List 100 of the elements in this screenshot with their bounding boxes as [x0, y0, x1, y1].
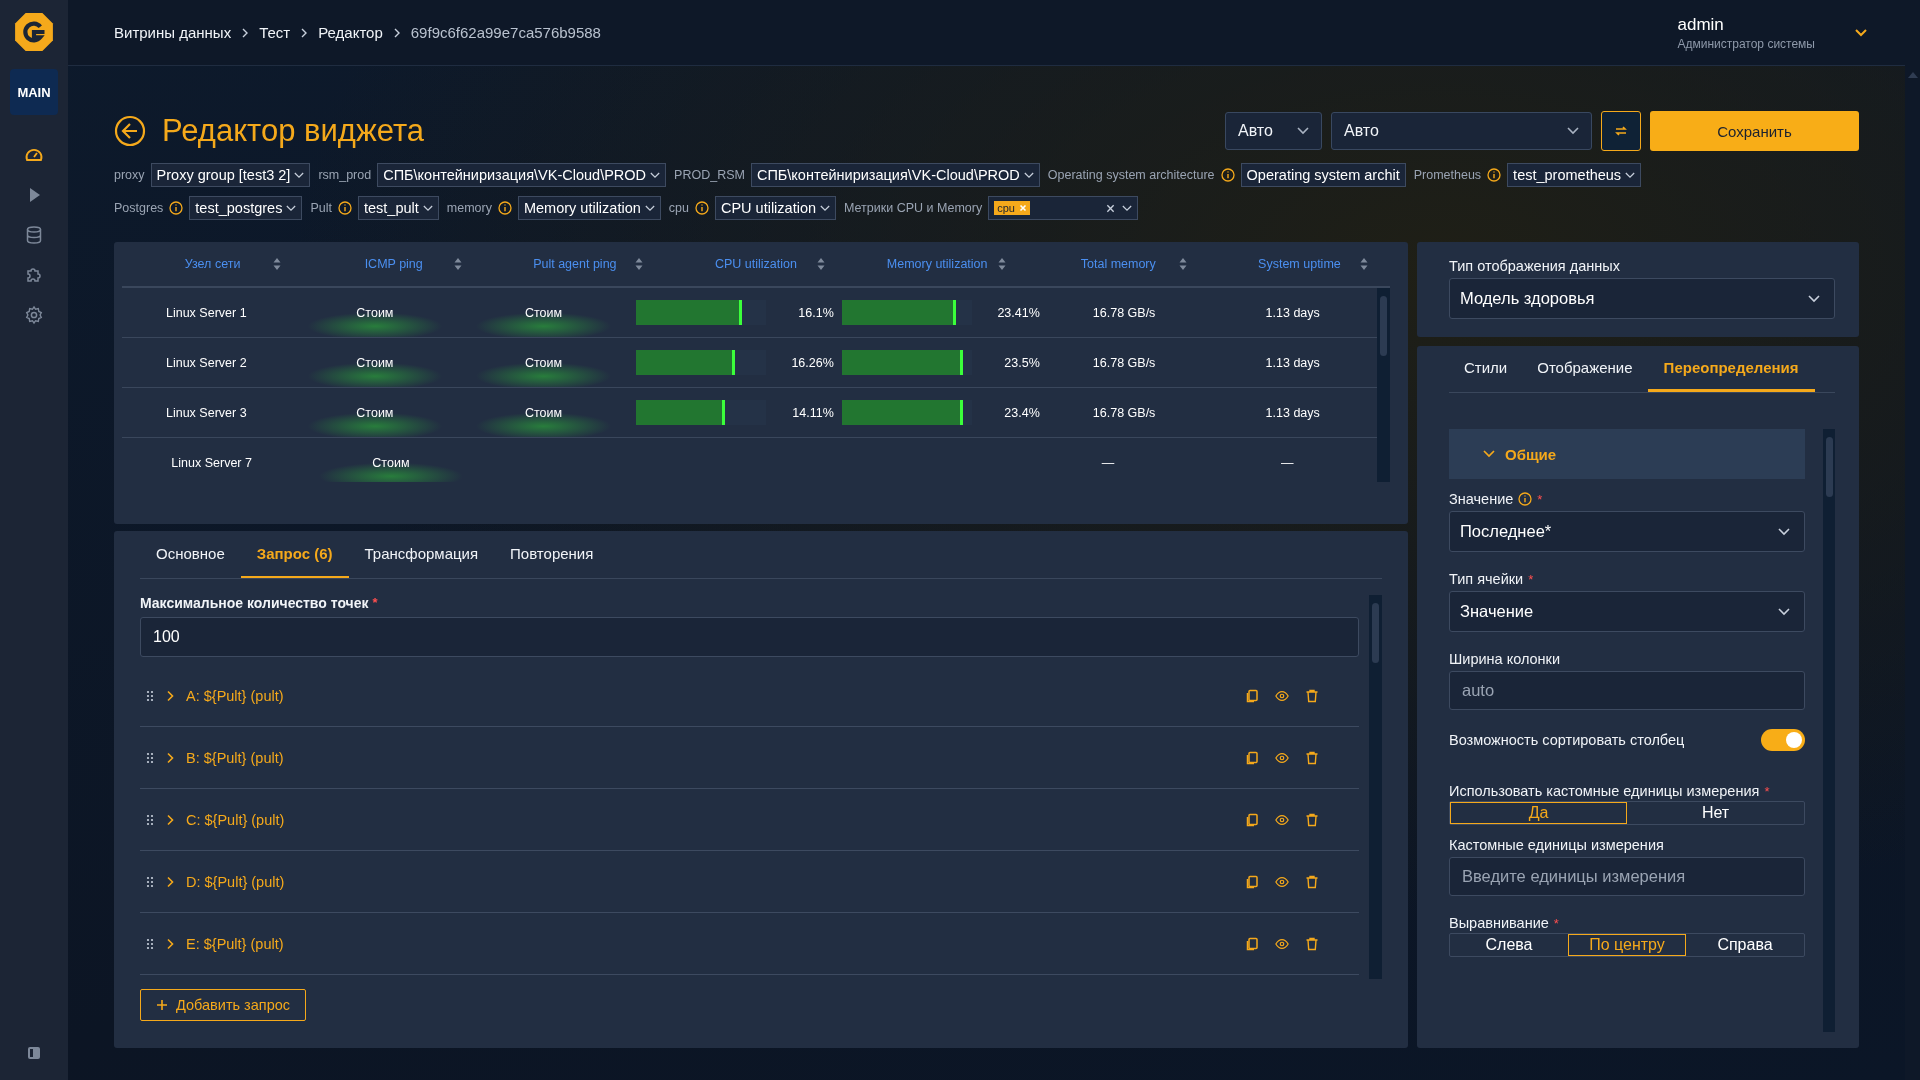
chevron-down-icon[interactable]	[650, 171, 661, 179]
query-title[interactable]: B: ${Pult} (pult)	[186, 749, 284, 766]
display-type-select[interactable]: Модель здоровья	[1449, 278, 1835, 319]
query-title[interactable]: C: ${Pult} (pult)	[186, 811, 285, 828]
trash-icon[interactable]	[1305, 750, 1319, 765]
column-header[interactable]: Total memory	[1080, 257, 1156, 271]
chevron-down-icon[interactable]	[294, 171, 305, 179]
column-header[interactable]: System uptime	[1258, 257, 1341, 271]
variable-select[interactable]: test_pult	[357, 196, 439, 220]
chevron-down-icon[interactable]	[644, 204, 655, 212]
column-header[interactable]: Memory utilization	[886, 257, 988, 271]
scrollbar[interactable]	[1369, 595, 1382, 979]
scrollbar[interactable]	[1377, 288, 1390, 482]
breadcrumb[interactable]: Тест	[259, 24, 291, 41]
scrollbar[interactable]	[1823, 429, 1835, 1032]
puzzle-icon[interactable]	[24, 265, 44, 285]
sort-icon[interactable]	[454, 257, 463, 271]
sort-icon[interactable]	[635, 257, 644, 271]
drag-handle-icon[interactable]	[146, 813, 154, 826]
tab[interactable]: Трансформация	[348, 531, 495, 578]
trash-icon[interactable]	[1305, 812, 1319, 827]
eye-icon[interactable]	[1275, 874, 1289, 889]
section-header[interactable]: Общие	[1449, 429, 1805, 479]
eye-icon[interactable]	[1275, 812, 1289, 827]
copy-icon[interactable]	[1245, 750, 1259, 765]
drag-handle-icon[interactable]	[146, 689, 154, 702]
column-header[interactable]: CPU utilization	[715, 257, 797, 271]
chevron-right-icon[interactable]	[166, 937, 174, 950]
variable-select[interactable]: CPU utilization	[714, 196, 837, 220]
segment-option[interactable]: По центру	[1568, 934, 1686, 956]
column-header[interactable]: Узел сети	[184, 257, 241, 271]
segment-option[interactable]: Да	[1450, 802, 1627, 824]
clear-icon[interactable]	[1106, 203, 1116, 213]
sort-icon[interactable]	[1178, 257, 1187, 271]
settings-icon[interactable]	[24, 305, 44, 325]
variable-select[interactable]: test_postgres	[189, 196, 303, 220]
chevron-down-icon[interactable]	[1778, 527, 1790, 536]
segment-option[interactable]: Справа	[1686, 934, 1804, 956]
variable-field[interactable]: Operating system archit	[1240, 163, 1406, 187]
sort-icon[interactable]	[1360, 257, 1368, 271]
variable-multiselect[interactable]: cpu	[988, 196, 1139, 220]
trash-icon[interactable]	[1305, 874, 1319, 889]
query-title[interactable]: E: ${Pult} (pult)	[186, 935, 284, 952]
eye-icon[interactable]	[1275, 688, 1289, 703]
column-header[interactable]: ICMP ping	[364, 257, 423, 271]
drag-handle-icon[interactable]	[146, 875, 154, 888]
variable-select[interactable]: Memory utilization	[517, 196, 661, 220]
eye-icon[interactable]	[1275, 750, 1289, 765]
select-field[interactable]: Последнее*	[1449, 511, 1805, 552]
chevron-down-icon[interactable]	[1567, 127, 1579, 135]
variable-select[interactable]: СПБ\контейниризация\VK-Cloud\PROD	[750, 163, 1040, 187]
variable-select[interactable]: Proxy group [test3 2]	[150, 163, 311, 187]
drag-handle-icon[interactable]	[146, 751, 154, 764]
input-field[interactable]: auto	[1449, 671, 1805, 710]
column-header[interactable]: Pult agent ping	[533, 257, 617, 271]
drag-handle-icon[interactable]	[146, 937, 154, 950]
sort-icon[interactable]	[273, 257, 282, 271]
tab[interactable]: Повторения	[494, 531, 610, 578]
interval-select[interactable]: Авто	[1225, 112, 1322, 150]
eye-icon[interactable]	[1275, 936, 1289, 951]
copy-icon[interactable]	[1245, 688, 1259, 703]
user-name[interactable]: admin	[1677, 14, 1815, 35]
copy-icon[interactable]	[1245, 874, 1259, 889]
breadcrumb[interactable]: Редактор	[318, 24, 383, 41]
query-title[interactable]: D: ${Pult} (pult)	[186, 873, 285, 890]
tab[interactable]: Отображение	[1522, 346, 1648, 392]
chevron-right-icon[interactable]	[166, 813, 174, 826]
chevron-down-icon[interactable]	[286, 204, 297, 212]
chevron-down-icon[interactable]	[820, 204, 831, 212]
info-icon[interactable]	[1220, 168, 1235, 182]
panel-toggle-icon[interactable]	[27, 1046, 41, 1060]
breadcrumb[interactable]: Витрины данных	[114, 24, 232, 41]
copy-icon[interactable]	[1245, 936, 1259, 951]
chevron-down-icon[interactable]	[1625, 171, 1636, 179]
tab[interactable]: Основное	[140, 531, 241, 578]
chevron-down-icon[interactable]	[422, 204, 433, 212]
time-range-select[interactable]: Авто	[1331, 112, 1592, 150]
variable-select[interactable]: СПБ\контейниризация\VK-Cloud\PROD	[377, 163, 667, 187]
chevron-right-icon[interactable]	[166, 689, 174, 702]
query-title[interactable]: A: ${Pult} (pult)	[186, 687, 284, 704]
toggle-switch[interactable]	[1761, 729, 1805, 751]
chevron-right-icon[interactable]	[166, 751, 174, 764]
add-query-button[interactable]: Добавить запрос	[140, 989, 307, 1021]
sort-icon[interactable]	[816, 257, 825, 271]
input-field[interactable]: Введите единицы измерения	[1449, 857, 1805, 896]
chevron-down-icon[interactable]	[1122, 204, 1133, 212]
tab[interactable]: Переопределения	[1647, 346, 1815, 392]
chevron-down-icon[interactable]	[1778, 607, 1790, 616]
trash-icon[interactable]	[1305, 688, 1319, 703]
chevron-right-icon[interactable]	[166, 875, 174, 888]
database-icon[interactable]	[24, 225, 44, 245]
info-icon[interactable]	[1487, 168, 1502, 182]
tag[interactable]: cpu	[994, 201, 1030, 215]
sort-icon[interactable]	[997, 257, 1006, 271]
segment-option[interactable]: Нет	[1627, 802, 1804, 824]
chevron-down-icon[interactable]	[1023, 171, 1034, 179]
variable-select[interactable]: test_prometheus	[1507, 163, 1642, 187]
max-points-field[interactable]: 100	[140, 617, 1359, 657]
trash-icon[interactable]	[1305, 936, 1319, 951]
info-icon[interactable]	[1518, 492, 1533, 506]
